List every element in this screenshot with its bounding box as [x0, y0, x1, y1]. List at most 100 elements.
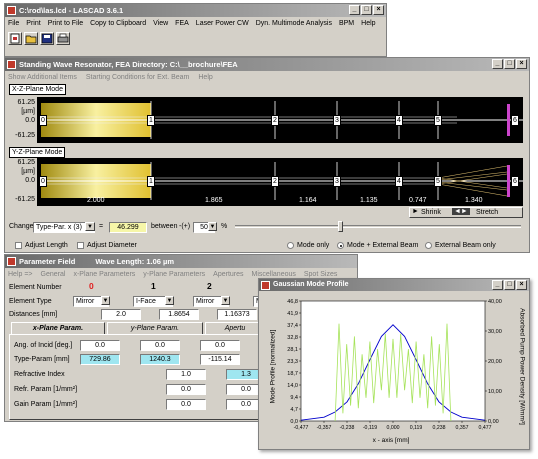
- adjust-diameter-checkbox[interactable]: [77, 242, 84, 249]
- menu-y-plane[interactable]: y-Plane Parameters: [143, 269, 205, 280]
- print-icon[interactable]: [56, 32, 70, 45]
- stretch-button[interactable]: Stretch: [476, 209, 498, 216]
- gain-param-field-0[interactable]: 0.0: [166, 399, 206, 410]
- close-button[interactable]: ×: [373, 5, 384, 15]
- yz-element-4[interactable]: 4: [395, 176, 403, 187]
- gauss-maximize-button[interactable]: □: [504, 280, 515, 290]
- angle-field-2[interactable]: 0.0: [200, 340, 240, 351]
- xz-element-0[interactable]: 0: [39, 115, 47, 126]
- change-parameter-dropdown-icon[interactable]: ▼: [85, 222, 95, 231]
- resonator-minimize-button[interactable]: _: [492, 59, 503, 69]
- tab-apertures[interactable]: Apertu: [205, 322, 265, 334]
- main-window: C:\rod\las.lcd - LASCAD 3.6.1 _ □ × File…: [4, 3, 387, 57]
- resonator-maximize-button[interactable]: □: [504, 59, 515, 69]
- xz-element-3[interactable]: 3: [333, 115, 341, 126]
- gauss-close-button[interactable]: ×: [516, 280, 527, 290]
- range-dropdown-icon[interactable]: ▼: [208, 222, 217, 231]
- shrink-stretch-arrows-icon[interactable]: ◄►: [452, 208, 470, 215]
- shrink-button[interactable]: Shrink: [421, 209, 441, 216]
- yz-element-1[interactable]: 1: [147, 176, 155, 187]
- parameter-title-bar: Parameter Field Wave Length: 1.06 µm: [5, 255, 357, 268]
- element-type-dropdown-icon[interactable]: ▼: [221, 296, 230, 305]
- mode-external-radio[interactable]: [337, 242, 344, 249]
- external-only-label: External Beam only: [435, 242, 496, 249]
- menu-show-additional-items[interactable]: Show Additional Items: [8, 72, 77, 83]
- yz-element-3[interactable]: 3: [333, 176, 341, 187]
- distance-field-0[interactable]: 2.0: [101, 309, 141, 320]
- yz-element-2[interactable]: 2: [271, 176, 279, 187]
- menu-bpm[interactable]: BPM: [339, 18, 354, 29]
- xz-plane-label: X-Z-Plane Mode: [9, 84, 66, 95]
- mode-external-label: Mode + External Beam: [347, 242, 419, 249]
- gauss-minimize-button[interactable]: _: [492, 280, 503, 290]
- type-param-field-0[interactable]: 729.86: [80, 354, 120, 365]
- tab-y-plane[interactable]: y-Plane Param.: [107, 322, 203, 334]
- open-folder-icon[interactable]: [24, 32, 38, 45]
- gauss-window: Gaussian Mode Profile _ □ × Mode Profile…: [258, 278, 530, 450]
- xz-beam-plot[interactable]: 0 1 2 3 4 5 6: [37, 97, 523, 143]
- menu-print[interactable]: Print: [26, 18, 40, 29]
- scroll-right-icon[interactable]: ►: [412, 208, 419, 215]
- xz-element-4[interactable]: 4: [395, 115, 403, 126]
- y2-tick-label: 20,00: [488, 359, 502, 365]
- menu-laser-power-cw[interactable]: Laser Power CW: [196, 18, 249, 29]
- resonator-close-button[interactable]: ×: [516, 59, 527, 69]
- angle-field-0[interactable]: 0.0: [80, 340, 120, 351]
- change-value-field[interactable]: 46.299: [109, 222, 147, 233]
- main-toolbar: [8, 32, 70, 45]
- angle-field-1[interactable]: 0.0: [140, 340, 180, 351]
- menu-copy-to-clipboard[interactable]: Copy to Clipboard: [90, 18, 146, 29]
- refractive-index-field-0[interactable]: 1.0: [166, 369, 206, 380]
- yz-beam-plot[interactable]: 0 1 2 3 4 5 6 2.000 1.865 1.164 1.135 0.…: [37, 158, 523, 206]
- menu-param-help[interactable]: Help =>: [8, 269, 33, 280]
- menu-file[interactable]: File: [8, 18, 19, 29]
- menu-print-to-file[interactable]: Print to File: [48, 18, 83, 29]
- yz-y-unit: [µm]: [21, 168, 35, 175]
- distance-label: 1.340: [465, 197, 483, 204]
- adjust-length-checkbox[interactable]: [15, 242, 22, 249]
- element-number-0: 0: [89, 281, 94, 291]
- y2-tick-label: 30,00: [488, 329, 502, 335]
- save-icon[interactable]: [40, 32, 54, 45]
- y-tick-label: 9,4: [290, 395, 298, 401]
- menu-x-plane[interactable]: x-Plane Parameters: [73, 269, 135, 280]
- row-label: Refr. Param [1/mm²]: [14, 386, 78, 393]
- yz-element-5[interactable]: 5: [434, 176, 442, 187]
- new-file-icon[interactable]: [8, 32, 22, 45]
- change-slider[interactable]: [235, 221, 521, 232]
- distance-field-1[interactable]: 1.8654: [159, 309, 199, 320]
- yz-y-bot: -61.25: [15, 196, 35, 203]
- refr-param-field-0[interactable]: 0.0: [166, 384, 206, 395]
- yz-output-mirror: [507, 165, 510, 197]
- slider-thumb[interactable]: [338, 221, 343, 232]
- menu-help[interactable]: Help: [361, 18, 375, 29]
- mode-only-radio[interactable]: [287, 242, 294, 249]
- menu-apertures[interactable]: Apertures: [213, 269, 243, 280]
- menu-dyn-multimode[interactable]: Dyn. Multimode Analysis: [256, 18, 332, 29]
- row-label: Type-Param [mm]: [14, 356, 70, 363]
- external-only-radio[interactable]: [425, 242, 432, 249]
- xz-element-1[interactable]: 1: [147, 115, 155, 126]
- type-param-field-2[interactable]: -115.14: [200, 354, 240, 365]
- menu-view[interactable]: View: [153, 18, 168, 29]
- menu-resonator-help[interactable]: Help: [198, 72, 212, 83]
- x-tick-label: 0,119: [410, 425, 423, 431]
- percent-label: %: [221, 223, 228, 230]
- menu-general[interactable]: General: [41, 269, 66, 280]
- distance-field-2[interactable]: 1.16373: [217, 309, 257, 320]
- yz-element-6[interactable]: 6: [511, 176, 519, 187]
- tab-x-plane[interactable]: x-Plane Param.: [11, 322, 105, 334]
- type-param-field-1[interactable]: 1240.3: [140, 354, 180, 365]
- xz-element-6[interactable]: 6: [511, 115, 519, 126]
- maximize-button[interactable]: □: [361, 5, 372, 15]
- xz-element-5[interactable]: 5: [434, 115, 442, 126]
- element-type-dropdown-icon[interactable]: ▼: [101, 296, 110, 305]
- yz-element-0[interactable]: 0: [39, 176, 47, 187]
- xz-element-2[interactable]: 2: [271, 115, 279, 126]
- yz-y-mid: 0.0: [25, 177, 35, 184]
- element-type-dropdown-icon[interactable]: ▼: [165, 296, 174, 305]
- menu-starting-conditions[interactable]: Starting Conditions for Ext. Beam: [86, 72, 190, 83]
- app-icon: [7, 6, 16, 15]
- minimize-button[interactable]: _: [349, 5, 360, 15]
- menu-fea[interactable]: FEA: [175, 18, 189, 29]
